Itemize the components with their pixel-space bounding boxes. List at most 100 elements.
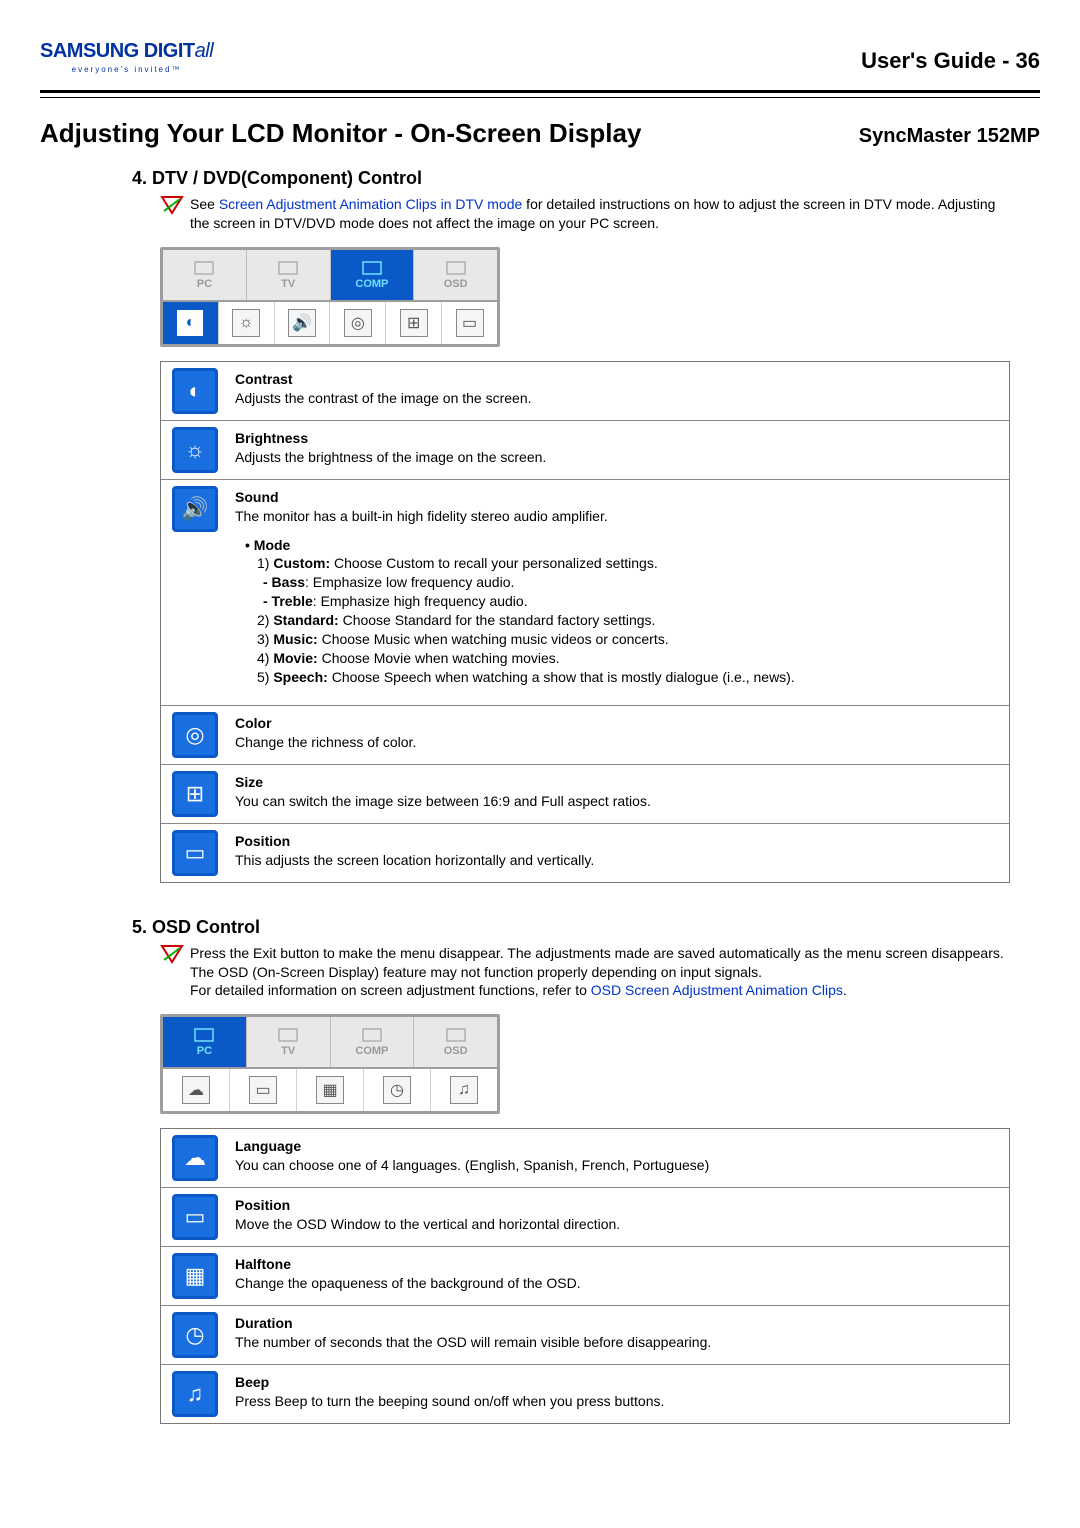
tv-tab-icon <box>277 1027 299 1043</box>
mode-item: 5) Speech: Choose Speech when watching a… <box>257 668 795 687</box>
osd-icon-cell: ◷ <box>364 1069 431 1111</box>
table-row: ☼BrightnessAdjusts the brightness of the… <box>161 421 1009 480</box>
table-row: ▭PositionMove the OSD Window to the vert… <box>161 1188 1009 1247</box>
osd-mini-icon: ▭ <box>249 1076 277 1104</box>
row-text-cell: HalftoneChange the opaqueness of the bac… <box>229 1247 591 1305</box>
position-icon: ▭ <box>172 830 218 876</box>
logo-text-3: all <box>195 40 214 62</box>
page-header: SAMSUNG DIGITall everyone's invited™ Use… <box>40 40 1040 82</box>
row-name: Position <box>235 1196 620 1215</box>
row-text-cell: DurationThe number of seconds that the O… <box>229 1306 721 1364</box>
osd-tab-label: OSD <box>444 278 468 290</box>
comp-tab-icon <box>361 1027 383 1043</box>
osd-mini-icon: ☁ <box>182 1076 210 1104</box>
mode-item: 1) Custom: Choose Custom to recall your … <box>257 554 795 573</box>
osd-mini-icon: ◎ <box>344 309 372 337</box>
row-text-cell: PositionThis adjusts the screen location… <box>229 824 604 882</box>
osd-mini-icon: ◷ <box>383 1076 411 1104</box>
row-icon-cell: ⊞ <box>161 765 229 823</box>
osd-tab-pc: PC <box>163 1017 247 1067</box>
osd-icon-cell: ☁ <box>163 1069 230 1111</box>
divider-thin <box>40 97 1040 98</box>
row-name: Size <box>235 773 651 792</box>
osd-tab-pc: PC <box>163 250 247 300</box>
section4-intro-pre: See <box>190 196 219 212</box>
row-name: Brightness <box>235 429 546 448</box>
duration-icon: ◷ <box>172 1312 218 1358</box>
row-desc: Adjusts the brightness of the image on t… <box>235 448 546 467</box>
row-icon-cell: ♫ <box>161 1365 229 1423</box>
mode-item: 2) Standard: Choose Standard for the sta… <box>257 611 795 630</box>
halftone-icon: ▦ <box>172 1253 218 1299</box>
row-desc: Change the richness of color. <box>235 733 416 752</box>
row-text-cell: BrightnessAdjusts the brightness of the … <box>229 421 556 479</box>
section5-intro: Press the Exit button to make the menu d… <box>160 944 1010 1001</box>
row-name: Contrast <box>235 370 532 389</box>
osd-icon-cell: ◎ <box>330 302 386 344</box>
row-text-cell: SizeYou can switch the image size betwee… <box>229 765 661 823</box>
tip-icon <box>160 944 190 1001</box>
section5-osd-bar: PC TV COMP OSD ☁ ▭ ▦ ◷ ♫ <box>160 1014 500 1114</box>
osd-mini-icon: 🔊 <box>288 309 316 337</box>
table-row: ◷DurationThe number of seconds that the … <box>161 1306 1009 1365</box>
osd-icon-cell: ▦ <box>297 1069 364 1111</box>
tv-tab-icon <box>277 260 299 276</box>
position-icon: ▭ <box>172 1194 218 1240</box>
mode-item: - Bass: Emphasize low frequency audio. <box>263 573 795 592</box>
table-row: ☁LanguageYou can choose one of 4 languag… <box>161 1129 1009 1188</box>
osd-mini-icon: ▭ <box>456 309 484 337</box>
osd-mini-icon: ☼ <box>232 309 260 337</box>
row-text-cell: SoundThe monitor has a built-in high fid… <box>229 480 805 705</box>
pc-tab-icon <box>193 1027 215 1043</box>
row-icon-cell: ▦ <box>161 1247 229 1305</box>
size-icon: ⊞ <box>172 771 218 817</box>
row-icon-cell: ☁ <box>161 1129 229 1187</box>
row-icon-cell: 🔊 <box>161 480 229 705</box>
row-icon-cell: ◐ <box>161 362 229 420</box>
row-icon-cell: ☼ <box>161 421 229 479</box>
logo-text-2: DIGIT <box>144 40 195 62</box>
row-icon-cell: ▭ <box>161 824 229 882</box>
mode-item: - Treble: Emphasize high frequency audio… <box>263 592 795 611</box>
guide-title: User's Guide - 36 <box>861 48 1040 74</box>
row-text-cell: ContrastAdjusts the contrast of the imag… <box>229 362 542 420</box>
row-text-cell: LanguageYou can choose one of 4 language… <box>229 1129 719 1187</box>
section4-heading: 4. DTV / DVD(Component) Control <box>132 168 1040 189</box>
section4-intro-link[interactable]: Screen Adjustment Animation Clips in DTV… <box>219 196 522 212</box>
osd-tab-label: COMP <box>355 1045 388 1057</box>
logo-tagline: everyone's invited™ <box>72 65 182 74</box>
logo-text-1: SAMSUNG <box>40 40 144 62</box>
osd-icon-cell: ⊞ <box>386 302 442 344</box>
mode-item: 4) Movie: Choose Movie when watching mov… <box>257 649 795 668</box>
osd-icon-cell: ☼ <box>219 302 275 344</box>
tip-icon <box>160 195 190 233</box>
osd-tab-icon <box>445 260 467 276</box>
divider-thick <box>40 90 1040 93</box>
osd-tab-label: TV <box>281 1045 295 1057</box>
row-name: Sound <box>235 488 795 507</box>
osd-mini-icon: ♫ <box>450 1076 478 1104</box>
osd-tab-comp: COMP <box>331 1017 415 1067</box>
osd-tab-label: OSD <box>444 1045 468 1057</box>
row-desc: Adjusts the contrast of the image on the… <box>235 389 532 408</box>
row-name: Halftone <box>235 1255 581 1274</box>
osd-tab-comp: COMP <box>331 250 415 300</box>
section5-table: ☁LanguageYou can choose one of 4 languag… <box>160 1128 1010 1424</box>
row-name: Color <box>235 714 416 733</box>
row-icon-cell: ▭ <box>161 1188 229 1246</box>
row-desc: The monitor has a built-in high fidelity… <box>235 507 795 526</box>
table-row: ⊞SizeYou can switch the image size betwe… <box>161 765 1009 824</box>
table-row: ♫BeepPress Beep to turn the beeping soun… <box>161 1365 1009 1423</box>
row-desc: Change the opaqueness of the background … <box>235 1274 581 1293</box>
table-row: ◐ContrastAdjusts the contrast of the ima… <box>161 362 1009 421</box>
osd-tab-label: COMP <box>355 278 388 290</box>
osd-tab-label: TV <box>281 278 295 290</box>
row-icon-cell: ◷ <box>161 1306 229 1364</box>
osd-tab-label: PC <box>197 1045 212 1057</box>
osd-mini-icon: ◐ <box>176 309 204 337</box>
osd-mini-icon: ⊞ <box>400 309 428 337</box>
row-name: Language <box>235 1137 709 1156</box>
row-desc: You can switch the image size between 16… <box>235 792 651 811</box>
osd-tab-icon <box>445 1027 467 1043</box>
section5-intro-link[interactable]: OSD Screen Adjustment Animation Clips <box>591 982 843 998</box>
